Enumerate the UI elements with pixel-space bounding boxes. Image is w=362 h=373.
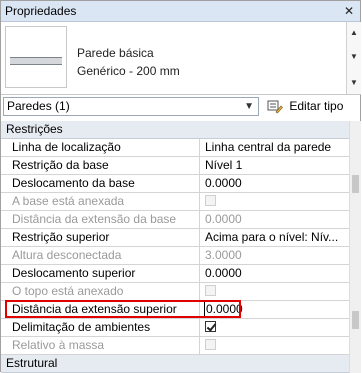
scrollbar-thumb-lower[interactable] (352, 311, 359, 329)
room-bounding-checkbox[interactable] (205, 321, 216, 332)
property-row-restricao-base[interactable]: Restrição da base Nível 1 (1, 157, 349, 175)
edit-type-label: Editar tipo (289, 99, 344, 113)
panel-title: Propriedades (5, 4, 77, 18)
type-size: Genérico - 200 mm (77, 64, 180, 78)
property-row-altura-desconectada: Altura desconectada 3.0000 (1, 247, 349, 265)
type-family: Parede básica (77, 46, 154, 60)
property-value[interactable]: 0.0000 (201, 265, 349, 282)
edit-type-icon (267, 100, 283, 114)
properties-panel: Propriedades ✕ Parede básica Genérico - … (0, 0, 361, 373)
type-selector-scroll[interactable]: ▲ ▼ ▼ (346, 22, 361, 94)
property-name: Restrição superior (1, 229, 200, 246)
property-name: Distância da extensão superior (1, 301, 200, 318)
property-name: Restrição da base (1, 157, 200, 174)
group-label: Restrições (6, 122, 63, 136)
property-value (201, 337, 349, 354)
panel-titlebar: Propriedades ✕ (1, 1, 360, 22)
edit-type-button[interactable]: Editar tipo (267, 96, 359, 116)
property-row-topo-anexado: O topo está anexado (1, 283, 349, 301)
checkbox (205, 285, 216, 296)
property-name: Deslocamento superior (1, 265, 200, 282)
property-row-delimitacao-ambientes[interactable]: Delimitação de ambientes (1, 319, 349, 337)
type-selector[interactable]: Parede básica Genérico - 200 mm ▲ ▼ ▼ (1, 22, 361, 95)
property-row-extensao-superior[interactable]: Distância da extensão superior (1, 301, 349, 319)
property-value: 3.0000 (205, 248, 242, 262)
property-name: O topo está anexado (1, 283, 200, 300)
property-name: Distância da extensão da base (1, 211, 200, 228)
properties-grid: Restrições Linha de localização Linha ce… (1, 121, 349, 373)
property-row-base-anexada: A base está anexada (1, 193, 349, 211)
property-name: Linha de localização (1, 139, 200, 156)
instance-filter-value: Paredes (1) (7, 99, 70, 113)
properties-scrollbar[interactable] (349, 121, 361, 373)
checkbox (205, 195, 216, 206)
property-row-deslocamento-base[interactable]: Deslocamento da base 0.0000 (1, 175, 349, 193)
property-value (201, 283, 349, 300)
property-name: A base está anexada (1, 193, 200, 210)
property-name: Altura desconectada (1, 247, 200, 264)
property-value[interactable]: 0.0000 (201, 175, 349, 192)
property-value[interactable]: Nível 1 (201, 157, 349, 174)
chevron-down-icon[interactable]: ▼ (244, 98, 254, 115)
scroll-up-icon[interactable]: ▲ (350, 28, 358, 37)
property-value: 0.0000 (205, 212, 242, 226)
property-value (201, 193, 349, 210)
checkbox (205, 339, 216, 350)
property-value[interactable]: Acima para o nível: Nív... (201, 229, 349, 246)
property-row-deslocamento-superior[interactable]: Deslocamento superior 0.0000 (1, 265, 349, 283)
property-value[interactable] (201, 319, 349, 336)
top-extension-distance-input[interactable]: 0.0000 (204, 301, 243, 317)
wall-type-preview-icon (5, 26, 67, 88)
group-header-estrutural[interactable]: Estrutural (1, 355, 349, 373)
property-name: Delimitação de ambientes (1, 319, 200, 336)
property-row-relativo-massa: Relativo à massa (1, 337, 349, 355)
instance-filter-dropdown[interactable]: Paredes (1) ▼ (3, 97, 259, 116)
scroll-down-icon[interactable]: ▼ (350, 78, 358, 87)
scrollbar-thumb[interactable] (352, 175, 359, 193)
property-row-restricao-superior[interactable]: Restrição superior Acima para o nível: N… (1, 229, 349, 247)
property-name: Deslocamento da base (1, 175, 200, 192)
type-name: Parede básica Genérico - 200 mm (77, 44, 180, 80)
close-icon[interactable]: ✕ (344, 1, 354, 21)
dropdown-icon[interactable]: ▼ (350, 52, 358, 61)
property-row-extensao-base: Distância da extensão da base 0.0000 (1, 211, 349, 229)
property-row-linha-localizacao[interactable]: Linha de localização Linha central da pa… (1, 139, 349, 157)
group-label: Estrutural (6, 356, 58, 370)
property-name: Relativo à massa (1, 337, 200, 354)
group-header-restricoes[interactable]: Restrições (1, 121, 349, 139)
property-value[interactable]: Linha central da parede (201, 139, 349, 156)
